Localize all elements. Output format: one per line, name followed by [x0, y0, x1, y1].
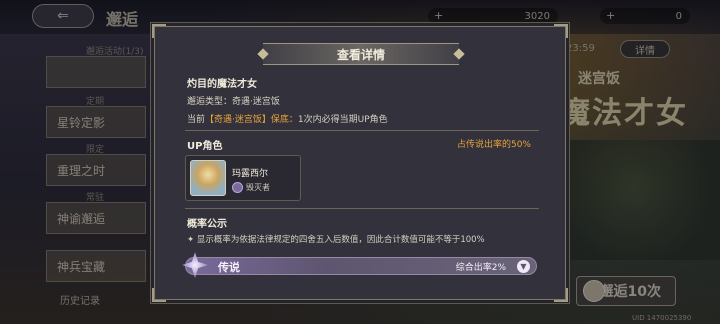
character-name: 玛露西尔: [232, 169, 269, 179]
corner-ornament: [554, 24, 568, 38]
character-class: 毁灭者: [246, 183, 270, 192]
divider: [185, 130, 539, 131]
pity-info: 当前【奇遇·迷宫饭】保底：1次内必得当期UP角色: [187, 115, 388, 125]
rate-note: ✦ 显示概率为依据法律规定的四舍五入后数值，因此合计数值可能不等于100%: [187, 235, 485, 245]
character-portrait: [190, 160, 226, 196]
modal-title: 查看详情: [336, 47, 385, 62]
rate-section-label: 概率公示: [187, 219, 227, 230]
star-gem-icon: [182, 252, 208, 278]
banner-name: 灼目的魔法才女: [187, 79, 257, 90]
chevron-down-icon[interactable]: ▼: [517, 260, 530, 273]
up-rate-text: 占传说出率的50%: [456, 140, 531, 150]
corner-ornament: [554, 288, 568, 302]
diamond-icon: [453, 48, 465, 60]
modal-title-bar: 查看详情: [257, 43, 465, 65]
diamond-icon: [257, 48, 269, 60]
rarity-name: 传说: [218, 261, 240, 274]
divider: [185, 208, 539, 209]
class-icon: [232, 182, 243, 193]
banner-type: 邂逅类型：奇遇·迷宫饭: [187, 97, 280, 107]
rarity-rate: 综合出率2%: [455, 263, 506, 273]
detail-modal: 查看详情 灼目的魔法才女 邂逅类型：奇遇·迷宫饭 当前【奇遇·迷宫饭】保底：1次…: [152, 24, 568, 302]
corner-ornament: [152, 288, 166, 302]
up-character-card[interactable]: 玛露西尔 毁灭者: [185, 155, 301, 201]
up-section-label: UP角色: [187, 141, 223, 152]
rarity-row-legend[interactable]: 传说 综合出率2% ▼: [182, 252, 537, 278]
corner-ornament: [152, 24, 166, 38]
